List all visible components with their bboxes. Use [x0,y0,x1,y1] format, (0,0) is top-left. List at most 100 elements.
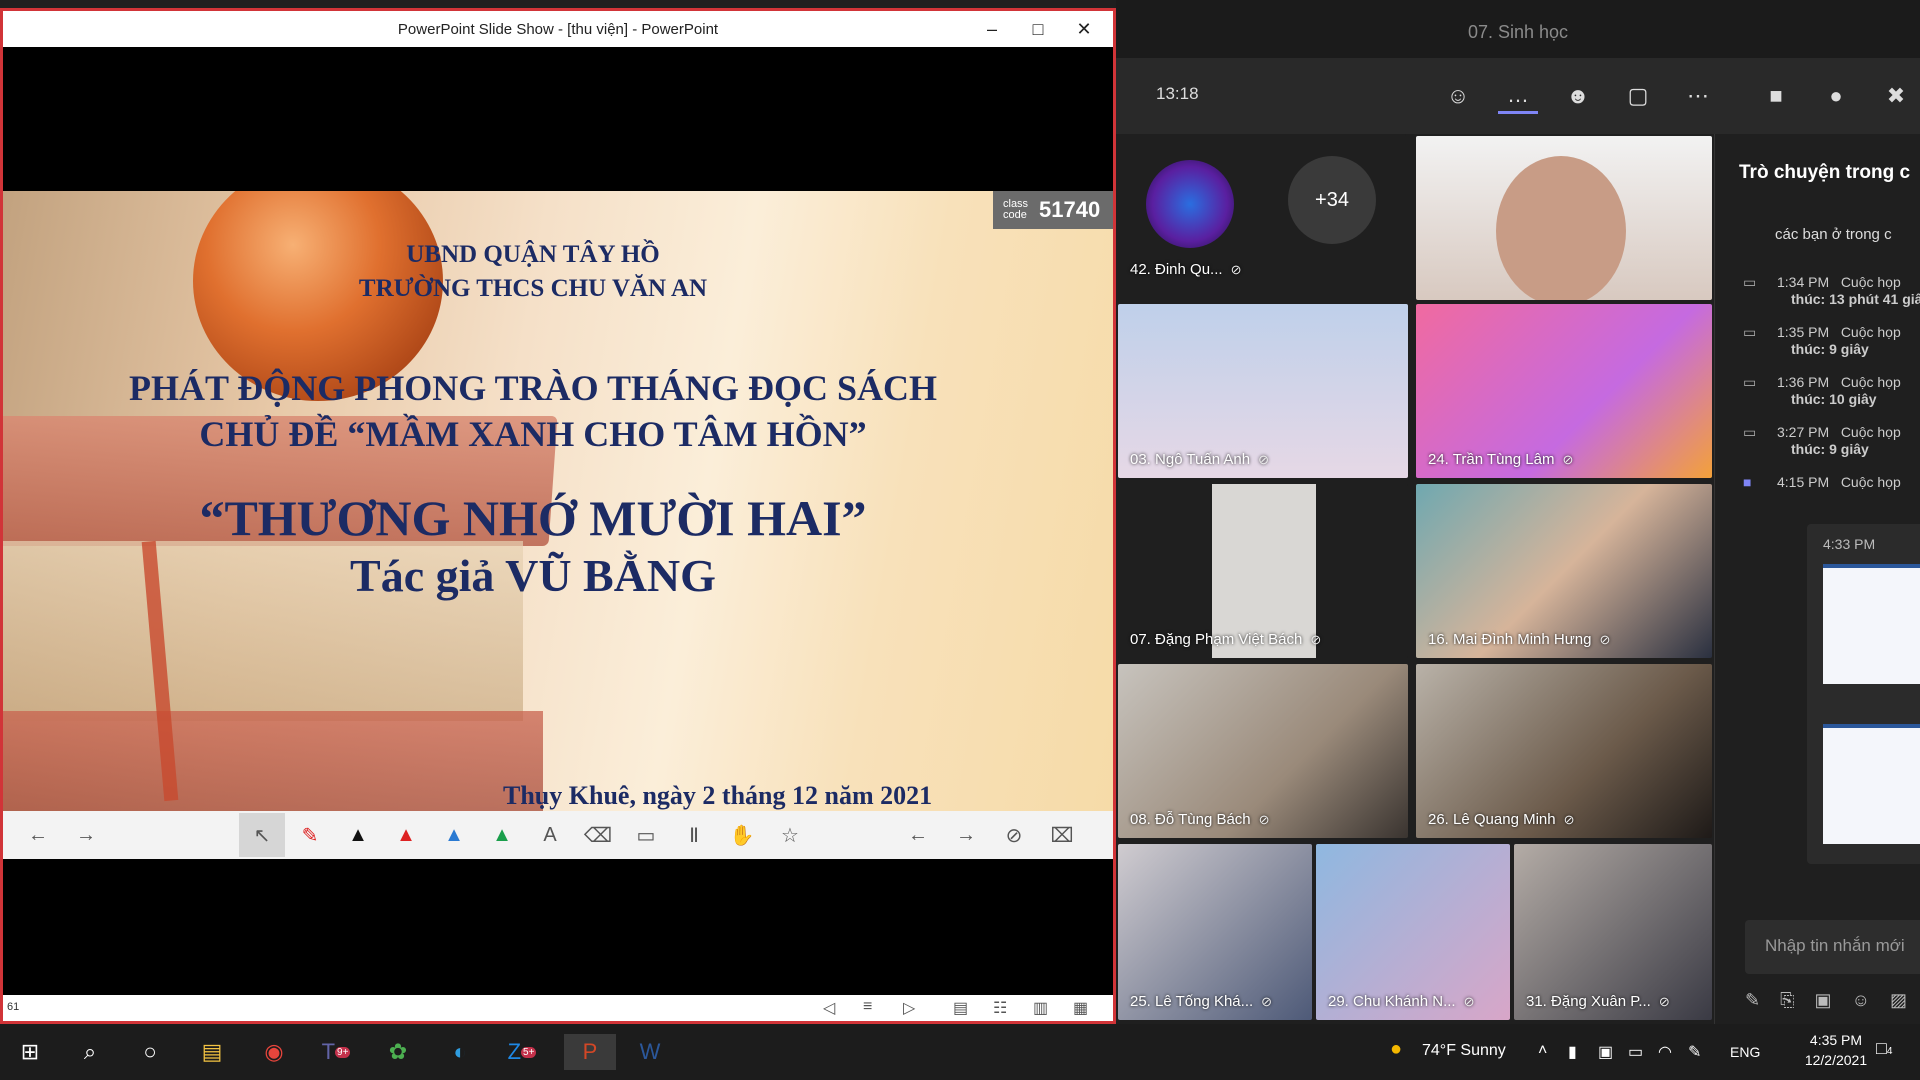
message-time: 4:33 PM [1823,536,1876,552]
participant-video [1496,156,1626,300]
weather-text[interactable]: 74°F Sunny [1422,1042,1506,1060]
teams-icon[interactable]: T 9+ [316,1034,356,1070]
prev-icon[interactable]: ◁ [823,998,835,1018]
event-sub: thúc: 10 giây [1791,391,1877,407]
participant-tile[interactable]: 26. Lê Quang Minh ⊘ [1416,664,1712,838]
laser-pointer-icon[interactable]: ✎ [295,821,325,849]
participant-tile[interactable]: 03. Ngô Tuấn Anh ⊘ [1118,304,1408,478]
loop-icon[interactable]: ▣ [1815,990,1832,1010]
participant-tile[interactable]: 31. Đặng Xuân P... ⊘ [1514,844,1712,1020]
image-attachment[interactable] [1823,724,1920,844]
chrome-icon[interactable]: ◉ [254,1034,294,1070]
camera-icon[interactable]: ■ [1756,78,1796,114]
trophy-icon[interactable]: ☆ [775,821,805,849]
leave-icon[interactable]: ✖ [1876,78,1916,114]
title-bar: PowerPoint Slide Show - [thu viện] - Pow… [3,11,1113,47]
slide-line-5: “THƯƠNG NHỚ MƯỜI HAI” [199,490,867,546]
pen-blue-icon[interactable]: ▲ [439,821,469,849]
eraser-icon[interactable]: ⌫ [583,821,613,849]
text-tool-icon[interactable]: A [535,821,565,849]
pen-red-icon[interactable]: ▲ [391,821,421,849]
event-text: Cuộc họp [1840,374,1901,390]
next-slide-icon[interactable]: → [951,821,981,849]
wifi-icon[interactable]: ◠ [1658,1042,1672,1062]
participant-tile[interactable]: 16. Mai Đình Minh Hưng ⊘ [1416,484,1712,658]
video-grid: 42. Đinh Qu... ⊘ +34 03. Ngô Tuấn Anh ⊘ 24… [1116,134,1714,1024]
pen-icon[interactable]: ✎ [1688,1042,1701,1062]
whiteboard-icon[interactable]: ▭ [631,821,661,849]
language-indicator[interactable]: ENG [1730,1044,1760,1060]
format-icon[interactable]: ✎ [1745,990,1760,1010]
notifications-icon[interactable]: □4 [1876,1038,1892,1059]
participant-name: 07. Đặng Phạm Việt Bách [1130,631,1303,648]
powerpoint-icon[interactable]: P [564,1034,616,1070]
maximize-button[interactable]: □ [1015,15,1061,43]
camera-tray-icon[interactable]: ▣ [1598,1042,1613,1062]
participant-tile[interactable]: 42. Đinh Qu... ⊘ +34 [1116,134,1406,302]
close-slideshow-icon[interactable]: ⌧ [1047,821,1077,849]
chart-icon[interactable]: Ⅱ [679,821,709,849]
reactions-icon[interactable]: ☻ [1558,78,1598,114]
battery-icon[interactable]: ▭ [1628,1042,1643,1062]
window-title: PowerPoint Slide Show - [thu viện] - Pow… [397,21,719,38]
mic-muted-icon: ⊘ [1658,994,1670,1009]
video-icon: ▭ [1743,324,1757,340]
participant-tile[interactable]: 08. Đỗ Tùng Bách ⊘ [1118,664,1408,838]
more-icon[interactable]: ⋯ [1678,78,1718,114]
slide-line-6: Tác giả VŨ BẰNG [350,550,716,601]
minimize-button[interactable]: – [969,15,1015,43]
zalo-icon[interactable]: Z 5+ [502,1034,542,1070]
compose-box[interactable]: Nhập tin nhắn mới [1745,920,1920,974]
participant-tile[interactable] [1416,136,1712,300]
normal-view-icon[interactable]: ▤ [953,998,968,1018]
app-icon[interactable]: ✿ [378,1034,418,1070]
chat-event: ▭ 1:36 PM Cuộc họp thúc: 10 giây [1743,374,1901,407]
close-button[interactable]: ✕ [1061,15,1107,43]
edge-icon[interactable]: ◐ [440,1034,480,1070]
event-time: 3:27 PM [1777,424,1830,440]
sorter-view-icon[interactable]: ☷ [993,998,1007,1018]
event-time: 1:36 PM [1777,374,1830,390]
mic-icon[interactable]: ▮ [1568,1042,1577,1062]
reading-view-icon[interactable]: ▥ [1033,998,1048,1018]
show-hidden-icon[interactable]: ˄ [1538,1042,1547,1060]
image-attachment[interactable] [1823,564,1920,684]
next-icon[interactable]: ▷ [903,998,915,1018]
hand-icon[interactable]: ✋ [727,821,757,849]
chat-icon[interactable]: … [1498,78,1538,114]
participant-name: 42. Đinh Qu... [1130,261,1223,278]
search-icon[interactable]: ⌕ [70,1034,110,1070]
participants-icon[interactable]: ☺ [1438,78,1478,114]
rooms-icon[interactable]: ▢ [1618,78,1658,114]
chat-event: ■ 4:15 PM Cuộc họp [1743,474,1901,490]
slideshow-toolbar: ← → ↖ ✎ ▲ ▲ ▲ ▲ A ⌫ ▭ Ⅱ ✋ ☆ ← → ⊘ ⌧ [3,811,1113,859]
pen-black-icon[interactable]: ▲ [343,821,373,849]
task-view-icon[interactable]: ○ [130,1034,170,1070]
file-explorer-icon[interactable]: ▤ [192,1034,232,1070]
clock[interactable]: 4:35 PM 12/2/2021 [1796,1032,1876,1068]
attach-icon[interactable]: ⎘ [1780,990,1794,1010]
windows-start-icon[interactable]: ⊞ [10,1034,50,1070]
hide-icon[interactable]: ⊘ [999,821,1029,849]
prev-arrow-icon[interactable]: ← [23,821,53,849]
event-text: Cuộc họp [1840,424,1901,440]
prev-slide-icon[interactable]: ← [903,821,933,849]
participant-tile[interactable]: 07. Đặng Phạm Việt Bách ⊘ [1118,484,1408,658]
emoji-icon[interactable]: ☺ [1852,990,1870,1010]
pointer-icon[interactable]: ↖ [239,813,285,857]
microphone-icon[interactable]: ● [1816,78,1856,114]
gif-icon[interactable]: ▨ [1890,990,1907,1010]
participant-tile[interactable]: 25. Lê Tống Khá... ⊘ [1118,844,1312,1020]
next-arrow-icon[interactable]: → [71,821,101,849]
chat-event: ▭ 1:34 PM Cuộc họp thúc: 13 phút 41 giây [1743,274,1920,307]
more-participants[interactable]: +34 [1288,156,1376,244]
menu-icon[interactable]: ≡ [863,998,872,1016]
word-icon[interactable]: W [630,1034,670,1070]
participant-tile[interactable]: 29. Chu Khánh N... ⊘ [1316,844,1510,1020]
pen-green-icon[interactable]: ▲ [487,821,517,849]
slideshow-view-icon[interactable]: ▦ [1073,998,1088,1018]
mic-muted-icon: ⊘ [1562,452,1574,467]
class-code-label: class code [1003,198,1029,221]
participant-tile[interactable]: 24. Trần Tùng Lâm ⊘ [1416,304,1712,478]
tile-name: 08. Đỗ Tùng Bách ⊘ [1130,811,1270,828]
